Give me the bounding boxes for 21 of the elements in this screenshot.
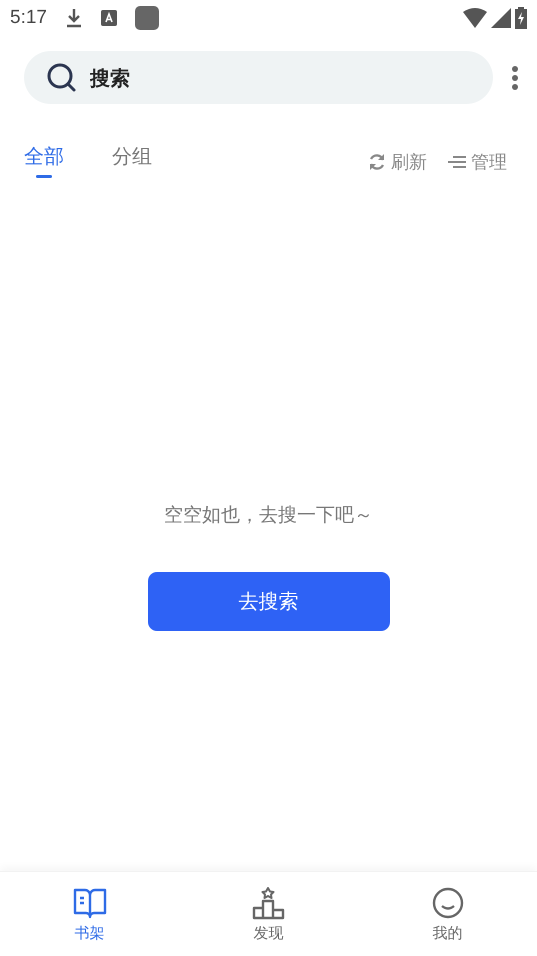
nav-tab[interactable]: 发现	[179, 872, 358, 956]
list-icon	[447, 154, 467, 170]
signal-icon	[491, 8, 511, 28]
more-icon[interactable]	[511, 64, 519, 90]
download-icon	[64, 8, 83, 28]
refresh-icon	[367, 152, 387, 172]
tab[interactable]: 全部	[24, 143, 64, 181]
search-icon	[46, 62, 78, 94]
empty-message: 空空如也，去搜一下吧～	[164, 503, 373, 528]
tab[interactable]: 分组	[112, 143, 152, 181]
go-search-button[interactable]: 去搜索	[148, 572, 390, 631]
status-time: 5:17	[10, 7, 47, 29]
app-icon	[134, 6, 159, 30]
nav-tab[interactable]: 书架	[0, 872, 179, 956]
refresh-button[interactable]: 刷新	[367, 150, 427, 174]
app-icon	[100, 10, 117, 26]
battery-icon	[515, 7, 527, 29]
podium-icon	[250, 886, 286, 920]
manage-button[interactable]: 管理	[447, 150, 507, 174]
wifi-icon	[463, 8, 487, 28]
nav-tab[interactable]: 我的	[358, 872, 537, 956]
